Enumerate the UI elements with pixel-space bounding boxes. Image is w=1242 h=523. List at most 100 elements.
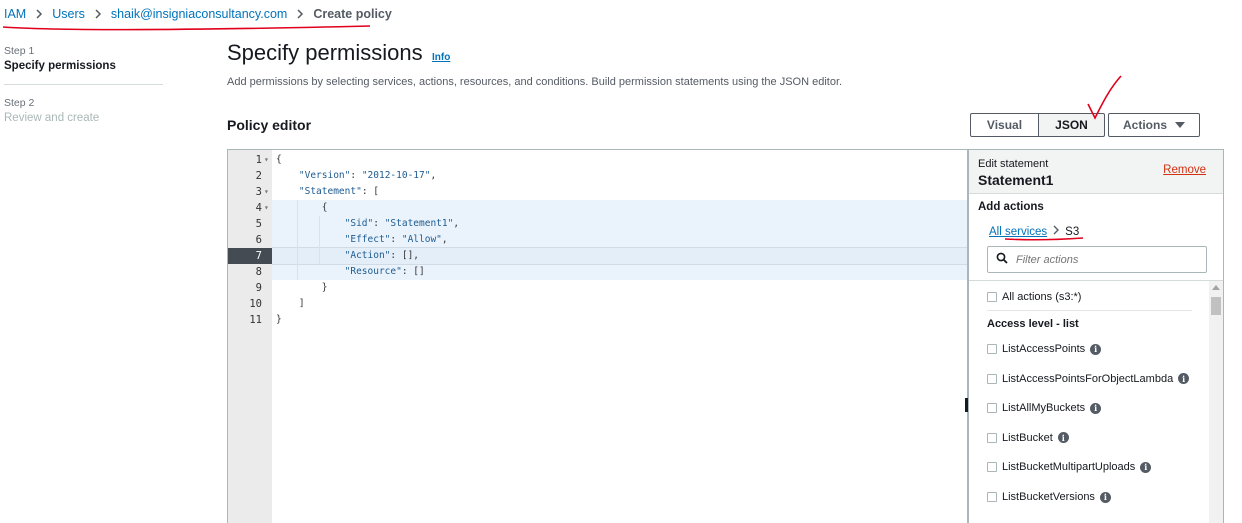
code-line: 8 "Resource": [] (228, 264, 967, 280)
code-text: } (276, 314, 282, 325)
checkbox[interactable] (987, 462, 997, 473)
info-icon[interactable]: i (1178, 373, 1190, 385)
fold-arrow-icon[interactable]: ▾ (264, 184, 269, 200)
remove-statement-button[interactable]: Remove (1163, 164, 1206, 176)
scroll-thumb[interactable] (1211, 297, 1221, 315)
step-title: Review and create (4, 112, 100, 124)
filter-actions-input[interactable] (1016, 253, 1196, 266)
action-checkbox-item[interactable]: ListAccessPoints i (987, 343, 1102, 355)
breadcrumb-user[interactable]: shaik@insigniaconsultancy.com (111, 7, 287, 21)
annotation-underline (2, 25, 371, 31)
code-line: 9 } (228, 280, 967, 296)
code-line: 11} (228, 312, 967, 328)
json-code-editor[interactable]: 1 ▾{2 "Version": "2012-10-17", 3 ▾ "Stateme… (227, 149, 968, 523)
policy-editor-heading: Policy editor (227, 117, 312, 133)
code-text: } (276, 282, 328, 293)
action-checkbox-item[interactable]: ListBucketMultipartUploads i (987, 461, 1152, 474)
info-icon[interactable]: i (1099, 491, 1111, 503)
access-level-heading: Access level - list (987, 318, 1079, 330)
info-icon[interactable]: i (1090, 343, 1102, 355)
line-number: 9 (255, 282, 262, 294)
code-text: { (276, 202, 328, 213)
step-2: Step 2 Review and create (4, 97, 164, 124)
action-label: ListBucketMultipartUploads (1002, 461, 1136, 474)
action-label: ListAccessPointsForObjectLambda (1002, 372, 1174, 385)
edit-statement-label: Edit statement (978, 158, 1049, 170)
line-number: 5 (255, 218, 262, 230)
breadcrumb-current: Create policy (313, 7, 392, 21)
add-actions-heading: Add actions (978, 201, 1044, 213)
divider (4, 84, 163, 85)
checkbox[interactable] (987, 403, 997, 414)
line-number: 8 (255, 266, 262, 278)
edit-statement-panel: Edit statement Statement1 Remove Add act… (968, 149, 1224, 523)
info-icon[interactable]: i (1057, 432, 1069, 444)
line-number: 6 (255, 234, 262, 246)
line-number: 1 (255, 154, 262, 166)
checkbox[interactable] (987, 292, 997, 302)
step-number: Step 2 (4, 97, 35, 109)
info-link[interactable]: Info (432, 52, 450, 63)
scrollbar[interactable] (1209, 281, 1223, 523)
actions-list: All actions (s3:*) Access level - list L… (969, 281, 1209, 523)
step-number: Step 1 (4, 45, 35, 57)
code-text: "Sid": "Statement1", (344, 218, 460, 229)
step-title: Specify permissions (4, 60, 116, 72)
line-number: 7 (228, 248, 272, 264)
code-line: 7 "Action": [], (228, 248, 967, 264)
fold-arrow-icon[interactable]: ▾ (264, 152, 269, 168)
action-label: ListBucketVersions (1002, 491, 1095, 503)
action-label: ListBucket (1002, 431, 1053, 444)
info-icon[interactable]: i (1090, 402, 1102, 414)
code-text: "Version": "2012-10-17", (298, 170, 437, 181)
annotation-checkmark (1087, 75, 1122, 120)
code-text: "Statement": [ (298, 186, 379, 197)
code-text: "Resource": [] (344, 266, 425, 277)
action-checkbox-item[interactable]: ListAllMyBuckets i (987, 402, 1102, 415)
step-1[interactable]: Step 1 Specify permissions (4, 45, 164, 72)
filter-actions-field[interactable] (987, 246, 1207, 273)
checkbox[interactable] (987, 432, 997, 443)
code-text: ] (276, 298, 305, 309)
line-number: 10 (249, 298, 262, 310)
action-checkbox-item[interactable]: ListAccessPointsForObjectLambda i (987, 372, 1190, 385)
statement-name: Statement1 (978, 172, 1054, 188)
code-line: 3 ▾ "Statement": [ (228, 184, 967, 200)
chevron-right-icon (94, 9, 102, 19)
code-line: 6 "Effect": "Allow", (228, 232, 967, 248)
all-actions-checkbox[interactable]: All actions (s3:*) (987, 291, 1081, 303)
line-number: 3 (255, 186, 262, 198)
code-line: 5 "Sid": "Statement1", (228, 216, 967, 232)
scroll-up-arrow-icon[interactable] (1212, 285, 1220, 290)
breadcrumb-users[interactable]: Users (52, 7, 85, 21)
checkbox[interactable] (987, 344, 997, 354)
action-checkbox-item[interactable]: ListBucket i (987, 432, 1069, 444)
all-actions-label: All actions (s3:*) (1002, 291, 1082, 303)
breadcrumb-iam[interactable]: IAM (4, 7, 26, 21)
line-number: 2 (255, 170, 262, 182)
action-label: ListAllMyBuckets (1002, 402, 1086, 415)
info-icon[interactable]: i (1140, 461, 1152, 473)
checkbox[interactable] (987, 492, 997, 502)
breadcrumb: IAM Users shaik@insigniaconsultancy.com … (4, 6, 392, 22)
line-number: 11 (249, 314, 262, 326)
code-line: 4 ▾ { (228, 200, 967, 216)
code-text: { (276, 154, 282, 165)
chevron-right-icon (296, 9, 304, 19)
code-text: "Effect": "Allow", (344, 234, 448, 245)
code-text: "Action": [], (344, 250, 420, 261)
fold-arrow-icon[interactable]: ▾ (264, 200, 269, 216)
visual-toggle-button[interactable]: Visual (970, 113, 1039, 137)
actions-label: Actions (1122, 118, 1167, 132)
chevron-right-icon (35, 9, 43, 19)
action-label: ListAccessPoints (1002, 343, 1086, 355)
checkbox[interactable] (987, 373, 997, 384)
search-icon (996, 251, 1008, 269)
action-checkbox-item[interactable]: ListBucketVersions i (987, 491, 1111, 503)
code-line: 10 ] (228, 296, 967, 312)
page-description: Add permissions by selecting services, a… (227, 76, 843, 88)
page-title: Specify permissions (227, 40, 423, 65)
code-line: 2 "Version": "2012-10-17", (228, 168, 967, 184)
panel-header: Edit statement Statement1 Remove (969, 150, 1223, 194)
wizard-steps: Step 1 Specify permissions Step 2 Review… (4, 45, 164, 124)
